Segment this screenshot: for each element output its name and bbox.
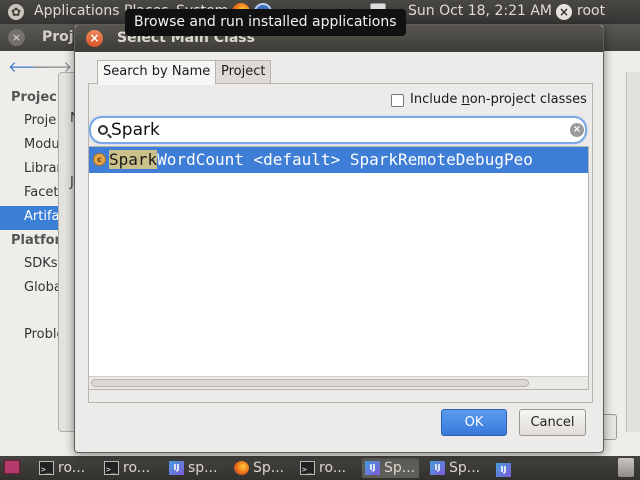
sidebar-item-sdks[interactable]: SDKs <box>24 256 58 271</box>
include-non-project-checkbox[interactable] <box>391 94 404 107</box>
search-icon <box>98 125 108 135</box>
trash-icon[interactable] <box>618 458 634 477</box>
list-item[interactable]: c SparkWordCount <default> SparkRemoteDe… <box>89 147 588 173</box>
clear-search-icon[interactable]: × <box>570 123 584 137</box>
firefox-icon <box>234 461 249 475</box>
horizontal-scrollbar[interactable] <box>89 376 588 389</box>
tab-search-by-name[interactable]: Search by Name <box>97 60 217 85</box>
taskbar-item[interactable]: IJ sp... <box>166 458 222 478</box>
taskbar-item-active[interactable]: IJ Sp... <box>362 458 420 478</box>
sidebar-item-global-libraries[interactable]: Globa <box>24 280 62 295</box>
sidebar-item-modules[interactable]: Modu <box>24 137 60 152</box>
bottom-taskbar: ro... ro... IJsp... Sp... ro... IJSp... … <box>0 456 640 480</box>
intellij-icon: IJ <box>365 461 380 475</box>
ok-button[interactable]: OK <box>441 409 507 436</box>
taskbar-item[interactable]: Sp... <box>231 458 288 478</box>
select-main-class-dialog: × Select Main Class Search by Name Proje… <box>74 24 604 453</box>
bg-close-icon[interactable]: × <box>8 29 25 46</box>
sidebar-item-libraries[interactable]: Librar <box>24 161 62 176</box>
intellij-icon: IJ <box>169 461 184 475</box>
bg-right-scrollbar[interactable] <box>626 72 640 432</box>
class-search-input[interactable]: Spark × <box>89 116 587 144</box>
taskbar-item[interactable]: ro... <box>297 458 350 480</box>
clock[interactable]: Sun Oct 18, 2:21 AM <box>408 3 552 19</box>
taskbar-item[interactable]: ro... <box>101 458 154 480</box>
intellij-icon: IJ <box>496 463 511 477</box>
gnome-foot-icon[interactable]: ✿ <box>8 4 24 20</box>
terminal-icon <box>300 460 315 480</box>
sidebar-item-facets[interactable]: Facet <box>24 185 59 200</box>
scrollbar-thumb[interactable] <box>91 379 529 387</box>
cancel-button[interactable]: Cancel <box>519 409 586 436</box>
applications-tooltip: Browse and run installed applications <box>125 9 406 36</box>
taskbar-item[interactable]: ro... <box>36 458 89 480</box>
class-results-list[interactable]: c SparkWordCount <default> SparkRemoteDe… <box>88 146 589 390</box>
class-icon: c <box>93 153 106 166</box>
sidebar-heading-platform: Platfor <box>11 233 61 248</box>
applications-menu[interactable]: Applications <box>34 3 120 19</box>
terminal-icon <box>39 460 54 480</box>
taskbar-item[interactable]: IJ Sp... <box>427 458 484 478</box>
include-non-project-label[interactable]: Include non-project classes <box>410 92 587 107</box>
tab-project[interactable]: Project <box>215 60 272 84</box>
result-text: SparkWordCount <default> SparkRemoteDebu… <box>109 150 588 169</box>
result-rest: WordCount <default> SparkRemoteDebugPeo <box>157 150 533 169</box>
terminal-icon <box>104 460 119 480</box>
bg-window-title: Proj <box>42 29 74 45</box>
sidebar-item-artifacts[interactable]: Artifa <box>24 209 60 224</box>
user-name[interactable]: root <box>577 3 605 19</box>
intellij-icon: IJ <box>430 461 445 475</box>
show-desktop-icon[interactable] <box>4 460 20 474</box>
taskbar-item[interactable]: IJ <box>496 458 511 478</box>
dialog-close-icon[interactable]: × <box>86 30 103 47</box>
match-highlight: Spark <box>109 150 158 169</box>
sidebar-heading-project: Projec <box>11 90 57 105</box>
search-input-value[interactable]: Spark <box>111 120 160 140</box>
sidebar-item-project[interactable]: Proje <box>24 113 56 128</box>
shutdown-icon[interactable]: × <box>556 4 572 20</box>
